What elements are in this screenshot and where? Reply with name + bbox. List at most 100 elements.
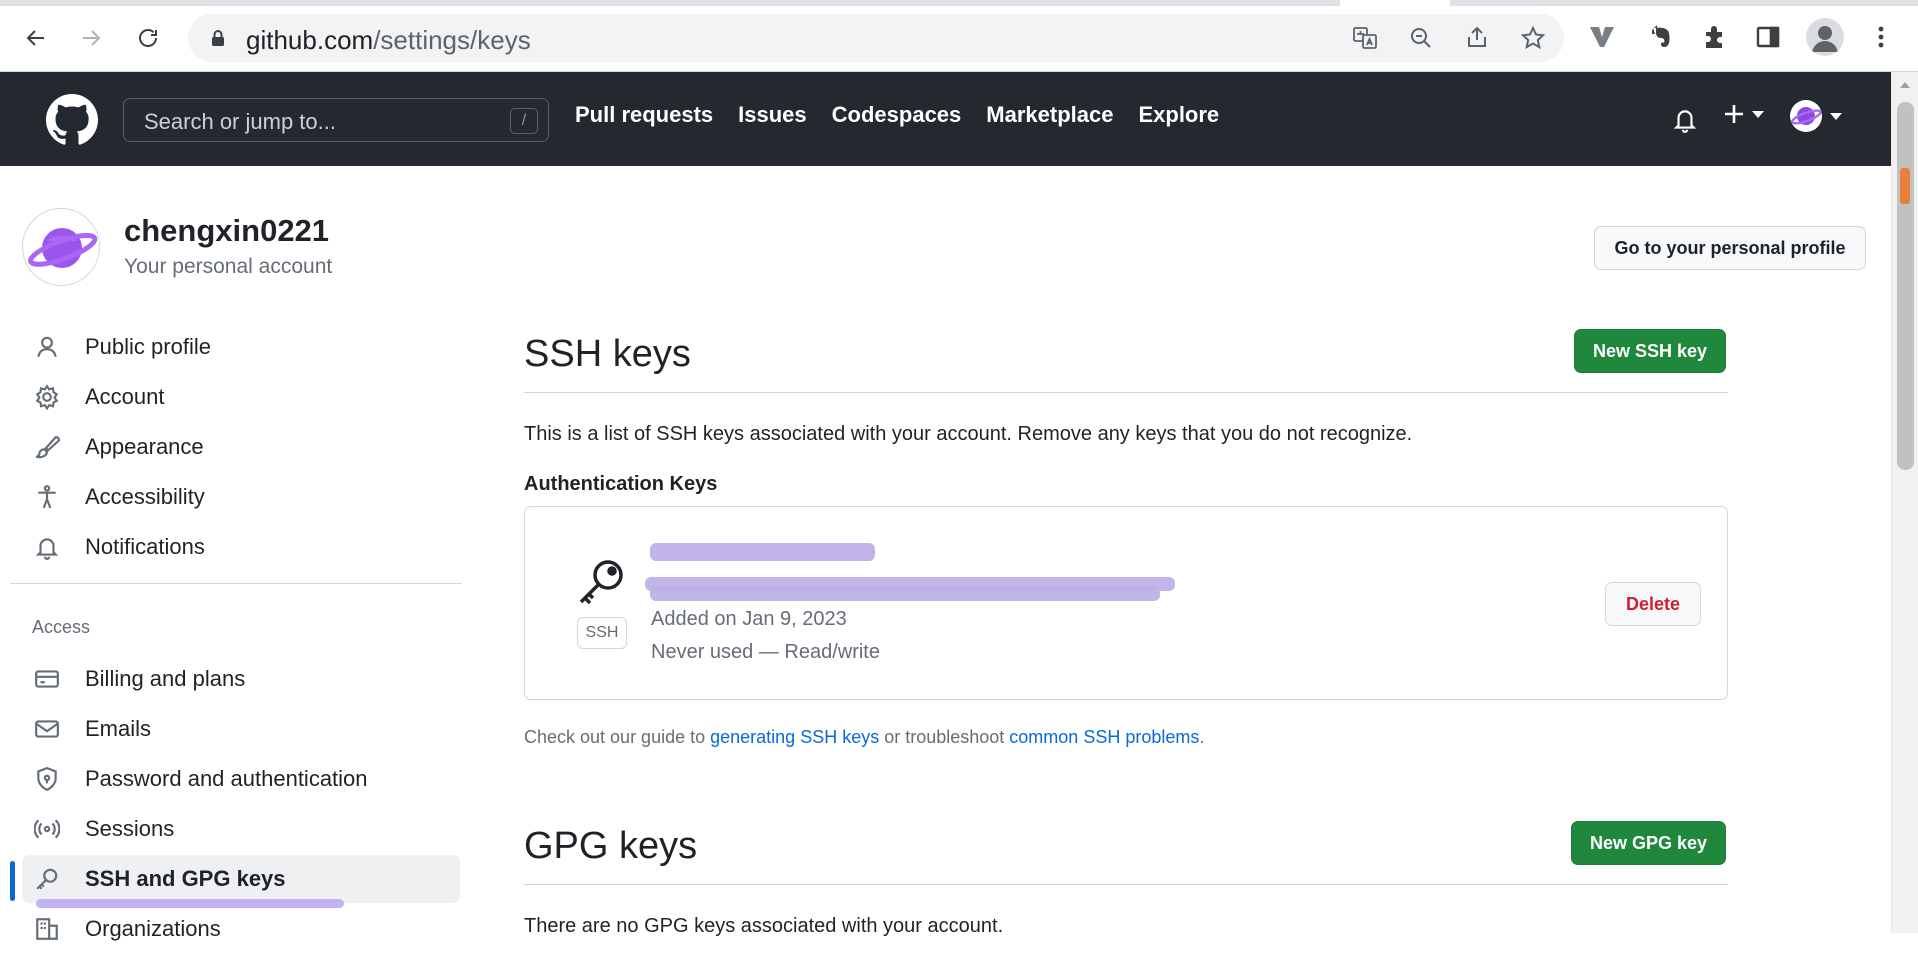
generating-ssh-keys-link[interactable]: generating SSH keys: [710, 727, 879, 747]
sidebar-item-ssh-gpg-keys[interactable]: SSH and GPG keys: [22, 855, 460, 903]
sidebar-item-label: SSH and GPG keys: [85, 866, 286, 891]
active-tab[interactable]: [1340, 0, 1450, 6]
github-logo-icon[interactable]: [46, 94, 98, 146]
guide-prefix: Check out our guide to: [524, 727, 711, 747]
search-shortcut-key: /: [510, 108, 538, 134]
new-gpg-key-button[interactable]: New GPG key: [1571, 821, 1726, 865]
section-divider: [524, 392, 1728, 393]
redacted-key-fingerprint: [650, 587, 1160, 601]
sidebar-item-notifications[interactable]: Notifications: [22, 523, 460, 571]
sidebar-item-accessibility[interactable]: Accessibility: [22, 473, 460, 521]
sidebar-item-appearance[interactable]: Appearance: [22, 423, 460, 471]
lock-icon[interactable]: [208, 28, 228, 48]
nav-codespaces[interactable]: Codespaces: [832, 102, 962, 128]
delete-key-button[interactable]: Delete: [1605, 582, 1701, 626]
shield-lock-icon: [37, 767, 57, 792]
header-nav: Pull requests Issues Codespaces Marketpl…: [575, 102, 1244, 128]
key-icon: [579, 560, 623, 605]
ssh-keys-title: SSH keys: [524, 333, 691, 375]
global-search-input[interactable]: Search or jump to... /: [123, 98, 549, 142]
side-panel-icon[interactable]: [1753, 22, 1783, 52]
organization-icon: [36, 918, 58, 940]
share-icon[interactable]: [1464, 25, 1490, 51]
sidebar-item-label: Sessions: [85, 816, 175, 841]
guide-suffix: .: [1199, 727, 1205, 747]
credit-card-icon: [35, 670, 59, 688]
vimium-extension-icon[interactable]: [1587, 22, 1617, 52]
sidebar-item-label: Organizations: [85, 916, 221, 941]
paintbrush-icon: [35, 435, 60, 459]
sidebar-item-label: Account: [85, 384, 165, 409]
sidebar-item-emails[interactable]: Emails: [22, 705, 460, 753]
account-avatar[interactable]: [22, 208, 100, 286]
ssh-key-item: SSH Added on Jan 9, 2023 Never used — Re…: [524, 506, 1728, 700]
url-text[interactable]: github.com/settings/keys: [246, 25, 531, 56]
scrollbar-find-marker: [1900, 168, 1910, 204]
bell-icon: [35, 538, 59, 560]
back-icon[interactable]: [20, 22, 52, 54]
sidebar-item-organizations[interactable]: Organizations: [22, 905, 460, 953]
user-menu[interactable]: [1790, 100, 1842, 132]
ssh-guide-text: Check out our guide to generating SSH ke…: [524, 727, 1204, 748]
go-to-profile-button[interactable]: Go to your personal profile: [1594, 226, 1866, 270]
evernote-extension-icon[interactable]: [1645, 22, 1675, 52]
ssh-key-type-badge: SSH: [577, 617, 627, 649]
sidebar-item-account[interactable]: Account: [22, 373, 460, 421]
search-placeholder: Search or jump to...: [144, 109, 336, 134]
redacted-key-title: [650, 543, 875, 561]
account-subtitle: Your personal account: [124, 255, 333, 278]
sidebar-item-billing[interactable]: Billing and plans: [22, 655, 460, 703]
browser-toolbar: github.com/settings/keys: [0, 0, 1918, 72]
tab-strip: [0, 0, 1918, 6]
page-scrollbar[interactable]: [1891, 72, 1918, 933]
address-bar[interactable]: github.com/settings/keys: [188, 14, 1564, 62]
sidebar-item-sessions[interactable]: Sessions: [22, 805, 460, 853]
accessibility-icon: [38, 485, 56, 509]
create-new-menu[interactable]: [1722, 102, 1764, 126]
sidebar-item-label: Public profile: [85, 334, 211, 359]
extensions-puzzle-icon[interactable]: [1700, 22, 1730, 52]
gpg-description: There are no GPG keys associated with yo…: [524, 915, 1004, 937]
nav-marketplace[interactable]: Marketplace: [986, 102, 1113, 128]
person-icon: [37, 336, 57, 358]
translate-icon[interactable]: [1352, 25, 1378, 51]
notifications-bell-icon[interactable]: [1672, 106, 1698, 134]
sidebar-item-label: Billing and plans: [85, 666, 246, 691]
sidebar-divider: [10, 583, 462, 584]
gear-icon: [35, 384, 59, 410]
reload-icon[interactable]: [132, 22, 164, 54]
key-icon: [36, 868, 58, 890]
scroll-up-arrow[interactable]: [1900, 82, 1910, 88]
key-added-date: Added on Jan 9, 2023: [651, 608, 847, 630]
sidebar-item-public-profile[interactable]: Public profile: [22, 323, 460, 371]
chrome-menu-icon[interactable]: [1866, 22, 1896, 52]
sidebar-item-label: Emails: [85, 716, 152, 741]
user-avatar: [1790, 100, 1822, 132]
chevron-down-icon: [1752, 110, 1764, 118]
new-ssh-key-button[interactable]: New SSH key: [1574, 329, 1726, 373]
profile-avatar-icon[interactable]: [1806, 18, 1844, 56]
broadcast-icon: [34, 819, 60, 839]
bookmark-star-icon[interactable]: [1520, 25, 1546, 51]
chevron-down-icon: [1830, 112, 1842, 120]
nav-issues[interactable]: Issues: [738, 102, 807, 128]
zoom-icon[interactable]: [1408, 25, 1434, 51]
key-usage: Never used — Read/write: [651, 641, 880, 663]
guide-middle: or troubleshoot: [879, 727, 1010, 747]
ssh-description: This is a list of SSH keys associated wi…: [524, 423, 1413, 445]
sidebar-item-label: Password and authentication: [85, 766, 368, 791]
scrollbar-thumb[interactable]: [1897, 102, 1914, 470]
nav-explore[interactable]: Explore: [1138, 102, 1219, 128]
section-divider: [524, 884, 1728, 885]
active-indicator: [10, 861, 15, 901]
account-username[interactable]: chengxin0221: [124, 213, 329, 249]
mail-icon: [35, 720, 59, 738]
nav-pull-requests[interactable]: Pull requests: [575, 102, 713, 128]
sidebar-item-label: Accessibility: [85, 484, 205, 509]
common-ssh-problems-link[interactable]: common SSH problems: [1009, 727, 1199, 747]
sidebar-item-password[interactable]: Password and authentication: [22, 755, 460, 803]
forward-icon[interactable]: [75, 22, 107, 54]
gpg-keys-title: GPG keys: [524, 825, 698, 867]
authentication-keys-heading: Authentication Keys: [524, 473, 718, 495]
sidebar-item-label: Notifications: [85, 534, 205, 559]
